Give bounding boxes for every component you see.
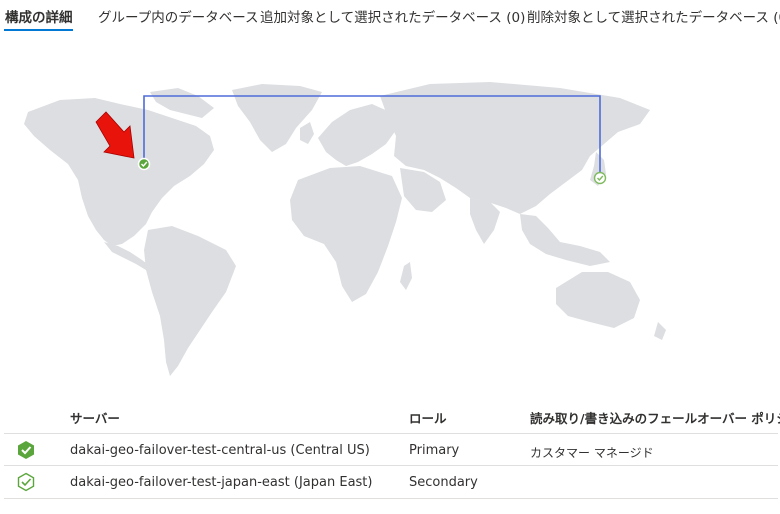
continents — [24, 82, 666, 376]
landmass-australia — [556, 272, 640, 328]
tab-bar: 構成の詳細 グループ内のデータベース 追加対象として選択されたデータベース (0… — [0, 0, 780, 36]
check-filled-icon — [18, 441, 34, 459]
landmass-uk — [300, 122, 314, 144]
secondary-location-marker — [593, 171, 607, 185]
table-row[interactable]: dakai-geo-failover-test-japan-east (Japa… — [4, 465, 778, 499]
landmass-madagascar — [400, 262, 412, 290]
world-map — [24, 82, 666, 376]
server-role: Primary — [409, 443, 460, 458]
server-name: dakai-geo-failover-test-japan-east (Japa… — [70, 475, 373, 490]
active-tab-indicator — [4, 29, 73, 31]
landmass-europe — [318, 104, 396, 166]
failover-policy: カスタマー マネージド — [530, 446, 654, 460]
landmass-arctic-islands — [150, 88, 214, 118]
landmass-india — [470, 198, 500, 244]
check-outline-icon — [17, 472, 35, 492]
tab-databases-in-group[interactable]: グループ内のデータベース — [98, 6, 259, 26]
server-role: Secondary — [409, 475, 478, 490]
landmass-south-america — [144, 226, 236, 376]
column-header-server: サーバー — [70, 411, 120, 426]
landmass-africa — [290, 166, 402, 302]
server-name: dakai-geo-failover-test-central-us (Cent… — [70, 443, 370, 458]
landmass-southeast-asia — [520, 214, 610, 266]
column-header-policy: 読み取り/書き込みのフェールオーバー ポリシー — [530, 411, 780, 426]
column-header-role: ロール — [409, 411, 447, 426]
landmass-north-america — [24, 98, 214, 246]
landmass-new-zealand — [654, 322, 666, 340]
landmass-central-america — [104, 242, 150, 270]
tab-databases-to-remove[interactable]: 削除対象として選択されたデータベース (0) — [527, 6, 780, 26]
tab-configuration-details[interactable]: 構成の詳細 — [5, 6, 73, 26]
tab-databases-to-add[interactable]: 追加対象として選択されたデータベース (0) — [260, 6, 525, 26]
primary-location-marker — [137, 157, 151, 171]
table-row[interactable]: dakai-geo-failover-test-central-us (Cent… — [4, 433, 778, 466]
